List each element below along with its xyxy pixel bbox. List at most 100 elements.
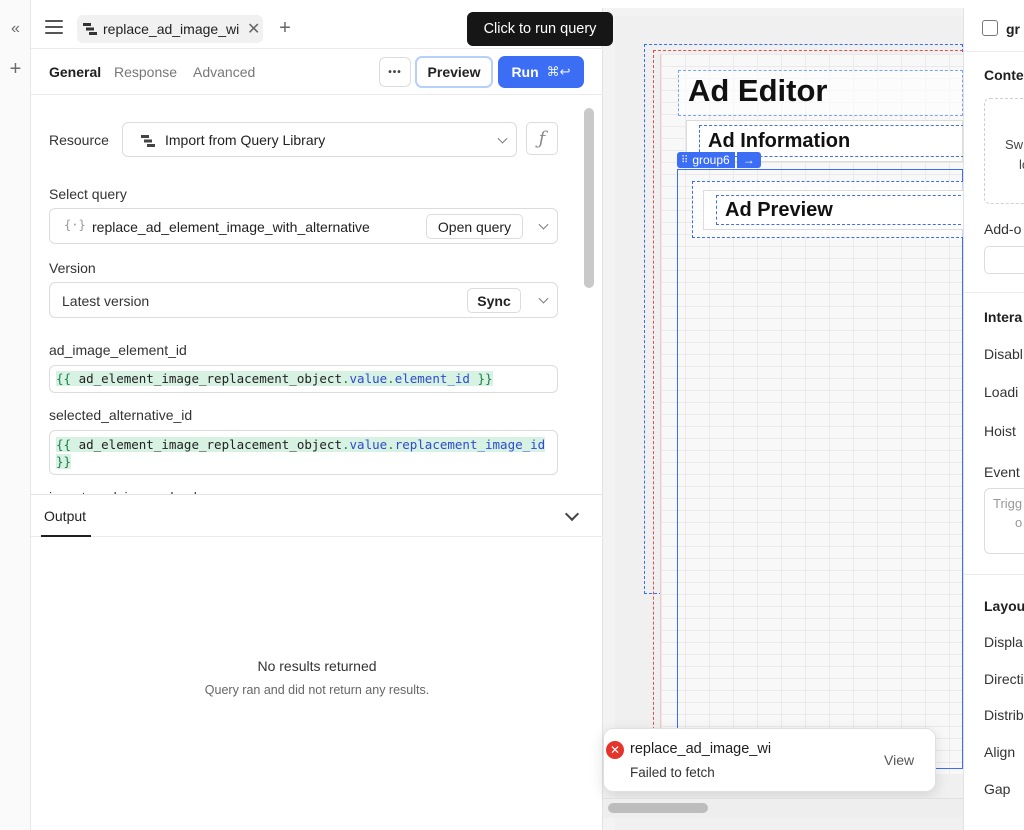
code-dot: .	[387, 437, 395, 452]
select-query-field[interactable]: {·} replace_ad_element_image_with_altern…	[49, 208, 558, 244]
error-icon: ✕	[606, 741, 624, 759]
collapse-sidebar-icon[interactable]: «	[0, 14, 31, 44]
code-brace: }}	[469, 371, 493, 386]
tab-output[interactable]: Output	[44, 508, 86, 524]
inspector-content-heading: Conte	[984, 67, 1024, 83]
ad-image-element-id-input[interactable]: {{ ad_element_image_replacement_object.v…	[49, 365, 558, 393]
code-expression: {{ ad_element_image_replacement_object.v…	[56, 371, 493, 386]
group-badge[interactable]: ⠿ group6 →	[677, 152, 761, 168]
close-icon[interactable]: ✕	[247, 19, 260, 39]
toast-message: Failed to fetch	[630, 765, 715, 780]
sync-button[interactable]: Sync	[467, 288, 521, 313]
inspector-panel: gr Conte Sw lo Add-o Intera Disabl Loadi…	[963, 8, 1024, 830]
output-header: Output	[31, 494, 603, 537]
ad-information-heading: Ad Information	[708, 130, 851, 152]
inspector-header: gr	[964, 8, 1024, 52]
code-property: replacement_image_id	[394, 437, 546, 452]
direction-label: Directi	[984, 671, 1024, 687]
align-label: Align	[984, 744, 1016, 760]
preview-button[interactable]: Preview	[415, 56, 493, 88]
code-property: element_id	[394, 371, 470, 386]
fx-button[interactable]: ƒ	[526, 122, 558, 155]
layout-heading: Layou	[984, 598, 1024, 614]
component-icon	[982, 20, 998, 36]
selected-alternative-id-label: selected_alternative_id	[49, 407, 193, 423]
group-badge-label: ⠿ group6	[677, 152, 735, 168]
title-container[interactable]: Ad Editor	[678, 70, 963, 116]
gap-label: Gap	[984, 781, 1011, 797]
chevron-down-icon	[538, 219, 549, 230]
add-icon[interactable]: +	[0, 54, 31, 84]
trigger-text: Trigg	[993, 496, 1023, 511]
interaction-heading: Intera	[984, 309, 1023, 325]
more-options-button[interactable]: •••	[379, 57, 411, 87]
resource-select[interactable]: Import from Query Library	[122, 122, 517, 157]
form-scrollbar[interactable]	[584, 108, 594, 288]
code-variable: ad_element_image_replacement_object	[78, 437, 342, 452]
code-variable: ad_element_image_replacement_object	[78, 371, 342, 386]
version-label: Version	[49, 260, 96, 276]
run-tooltip: Click to run query	[467, 12, 613, 46]
group-name: group6	[692, 153, 730, 167]
open-query-button[interactable]: Open query	[426, 214, 523, 239]
addon-select[interactable]	[984, 246, 1024, 274]
code-dot: .	[341, 371, 350, 386]
drag-handle-icon[interactable]: ⠿	[681, 155, 688, 166]
code-property: value	[349, 437, 388, 452]
loading-label: Loadi	[984, 384, 1019, 400]
canvas-hscroll	[603, 798, 963, 818]
code-brace: }}	[56, 454, 72, 469]
code-expression: {{ ad_element_image_replacement_object.v…	[56, 437, 546, 452]
swap-placeholder[interactable]: Sw lo	[984, 98, 1024, 204]
tab-general[interactable]: General	[49, 64, 101, 80]
run-shortcut: ⌘↩	[546, 64, 571, 79]
query-subtabs: General Response Advanced ••• Preview Ru…	[31, 49, 603, 95]
swap-text-2: lo	[1019, 157, 1024, 172]
trigger-text-2: o	[1015, 515, 1023, 530]
arrow-right-icon[interactable]: →	[736, 152, 761, 168]
code-dot: .	[387, 371, 395, 386]
event-label: Event	[984, 464, 1020, 480]
app-canvas: Ad Editor Ad Information ⠿ group6 → Ad P…	[603, 8, 963, 830]
selected-alternative-id-input[interactable]: {{ ad_element_image_replacement_object.v…	[49, 430, 558, 475]
divider	[964, 292, 1024, 293]
ad-preview-container[interactable]: Ad Preview	[692, 181, 963, 238]
disable-label: Disabl	[984, 346, 1023, 362]
distribution-label: Distrib	[984, 707, 1024, 723]
query-tab-label: replace_ad_image_wi	[103, 21, 240, 37]
ad-preview-heading: Ad Preview	[725, 199, 833, 221]
tab-advanced[interactable]: Advanced	[193, 64, 255, 80]
tab-response[interactable]: Response	[114, 64, 177, 80]
hoist-label: Hoist	[984, 423, 1016, 439]
left-rail: « +	[0, 0, 31, 830]
top-strip	[31, 0, 1024, 8]
menu-icon[interactable]	[45, 20, 63, 36]
code-property: value	[349, 371, 388, 386]
select-query-label: Select query	[49, 186, 127, 202]
ad-image-element-id-label: ad_image_element_id	[49, 342, 187, 358]
run-button[interactable]: Run ⌘↩	[498, 56, 584, 88]
group6-container[interactable]: Ad Preview	[677, 169, 963, 769]
query-form: Resource Import from Query Library ƒ Sel…	[31, 96, 603, 494]
query-tab[interactable]: replace_ad_image_wi ✕	[77, 15, 263, 43]
query-library-icon	[141, 135, 155, 147]
event-handler-box[interactable]: Trigg o	[984, 488, 1024, 554]
empty-state-title: No results returned	[257, 658, 377, 674]
hscroll-thumb[interactable]	[608, 803, 708, 813]
query-panel: replace_ad_image_wi ✕ + General Response…	[31, 8, 603, 830]
resource-label: Resource	[49, 132, 109, 148]
ad-preview-card: Ad Preview	[703, 190, 963, 230]
empty-state-subtitle: Query ran and did not return any results…	[204, 683, 430, 697]
error-toast: ✕ replace_ad_image_wi Failed to fetch Vi…	[603, 728, 936, 792]
resource-value: Import from Query Library	[165, 132, 326, 148]
app-title: Ad Editor	[688, 73, 828, 108]
inspector-title[interactable]: gr	[1006, 21, 1020, 37]
version-select[interactable]: Latest version Sync	[49, 282, 558, 318]
toast-view-button[interactable]: View	[884, 752, 914, 768]
select-query-value: replace_ad_element_image_with_alternativ…	[92, 219, 370, 235]
code-brace: {{	[56, 371, 79, 386]
code-brace: {{	[56, 437, 79, 452]
new-tab-icon[interactable]: +	[273, 16, 297, 40]
toast-title: replace_ad_image_wi	[630, 741, 772, 757]
chevron-down-icon[interactable]	[564, 506, 580, 522]
